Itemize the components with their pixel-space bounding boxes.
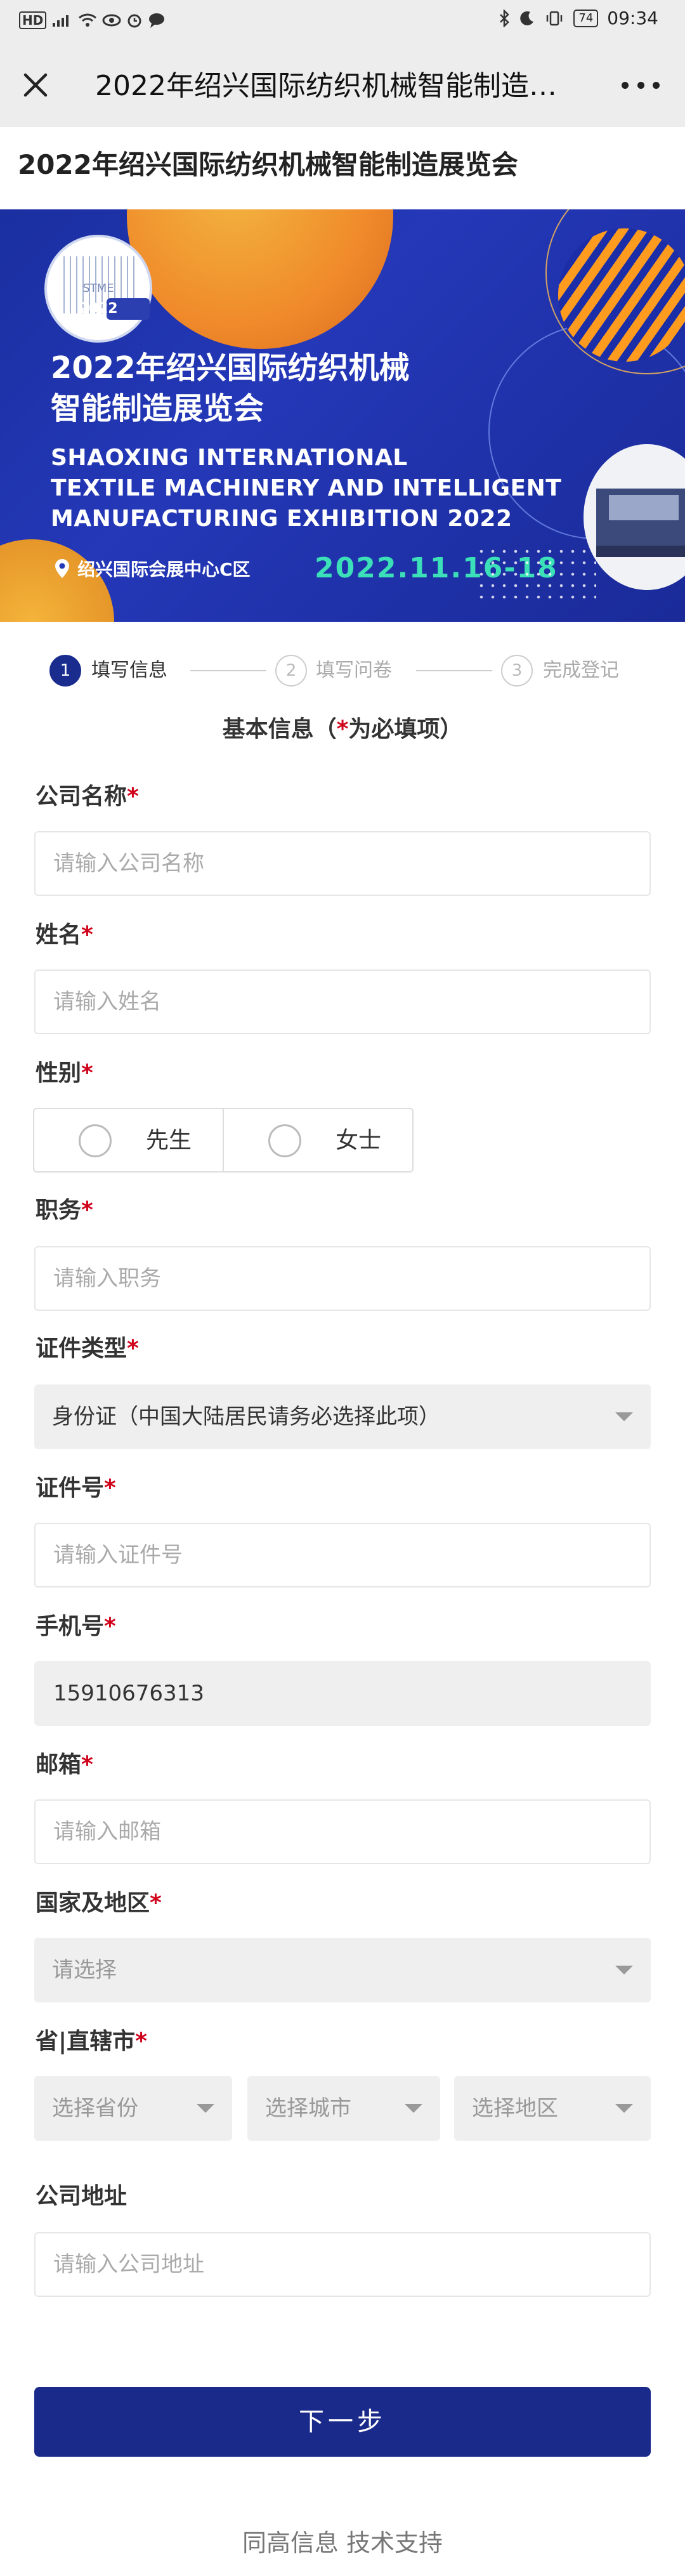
phone-label: 手机号* [36, 1613, 116, 1640]
title-bar: 2022年绍兴国际纺织机械智能制造… [0, 46, 685, 127]
clock: 09:34 [607, 8, 658, 29]
chevron-down-icon [197, 2104, 214, 2113]
id-type-value: 身份证（中国大陆居民请务必选择此项） [52, 1404, 440, 1429]
logo-text: STME [82, 282, 114, 295]
vibrate-icon [547, 11, 563, 26]
banner-title-en-line1: SHAOXING INTERNATIONAL [51, 445, 408, 471]
banner-decoration-orb [127, 209, 393, 349]
alarm-icon [127, 14, 141, 28]
gender-option-mr[interactable]: 先生 [34, 1109, 223, 1171]
position-input[interactable]: 请输入职务 [34, 1246, 651, 1311]
step-connector [190, 670, 266, 671]
gender-radio-group: 先生 女士 [33, 1108, 414, 1173]
district-select[interactable]: 选择地区 [454, 2076, 651, 2141]
banner-title-en-line2: TEXTILE MACHINERY AND INTELLIGENT [51, 475, 562, 501]
step-3-label: 完成登记 [543, 659, 619, 681]
chevron-down-icon [615, 1966, 633, 1975]
status-right: 74 09:34 [499, 9, 658, 28]
id-number-label: 证件号* [36, 1475, 116, 1501]
step-1-number: 1 [49, 655, 81, 687]
district-value: 选择地区 [472, 2096, 558, 2121]
phone-input[interactable]: 15910676313 [34, 1661, 651, 1726]
email-label: 邮箱* [36, 1752, 93, 1778]
gender-option-label: 先生 [146, 1127, 192, 1153]
next-button[interactable]: 下一步 [34, 2387, 651, 2457]
window-title: 2022年绍兴国际纺织机械智能制造… [95, 70, 557, 102]
radio-circle-icon[interactable] [79, 1124, 112, 1157]
chevron-down-icon [615, 1412, 633, 1421]
message-icon [149, 13, 165, 28]
banner-title-cn-line2: 智能制造展览会 [51, 391, 264, 426]
page-title: 2022年绍兴国际纺织机械智能制造展览会 [18, 149, 518, 180]
step-connector [416, 670, 492, 671]
step-2-number: 2 [275, 655, 307, 687]
company-address-input[interactable]: 请输入公司地址 [34, 2232, 651, 2297]
address-label: 公司地址 [36, 2183, 127, 2209]
gender-option-ms[interactable]: 女士 [223, 1109, 412, 1171]
step-2-label: 填写问卷 [316, 659, 392, 681]
wifi-icon [79, 13, 97, 27]
bluetooth-icon [500, 10, 510, 27]
country-value: 请选择 [52, 1957, 117, 1983]
footer-support: 同高信息 技术支持 [242, 2529, 443, 2557]
more-options-icon[interactable] [622, 71, 660, 99]
company-label: 公司名称* [36, 784, 139, 810]
id-number-input[interactable]: 请输入证件号 [34, 1523, 651, 1587]
banner-title-cn-line1: 2022年绍兴国际纺织机械 [51, 350, 410, 386]
chevron-down-icon [615, 2104, 633, 2113]
location-pin-icon [55, 559, 69, 578]
banner-dot-pattern [476, 546, 596, 603]
yarn-spool-image [558, 228, 685, 362]
country-label: 国家及地区* [36, 1890, 162, 1916]
eye-icon [102, 14, 121, 27]
logo-year: 2022 [79, 301, 118, 317]
name-label: 姓名* [36, 922, 93, 948]
position-label: 职务* [36, 1197, 93, 1223]
id-type-label: 证件类型* [36, 1336, 139, 1362]
name-input[interactable]: 请输入姓名 [34, 969, 651, 1034]
country-select[interactable]: 请选择 [34, 1938, 651, 2002]
province-select[interactable]: 选择省份 [34, 2076, 232, 2141]
hd-indicator: HD [19, 11, 47, 29]
battery-indicator: 74 [573, 10, 599, 27]
company-name-input[interactable]: 请输入公司名称 [34, 831, 651, 896]
city-select[interactable]: 选择城市 [247, 2076, 440, 2141]
section-title: 基本信息（*为必填项） [222, 716, 463, 742]
gender-label: 性别* [36, 1060, 93, 1086]
progress-steps: 1 填写信息 2 填写问卷 3 完成登记 [0, 647, 685, 698]
signal-icon [53, 15, 69, 27]
stme-logo: STME 2022 [44, 235, 152, 343]
radio-circle-icon[interactable] [268, 1124, 301, 1157]
id-type-select[interactable]: 身份证（中国大陆居民请务必选择此项） [34, 1384, 651, 1449]
province-value: 选择省份 [52, 2096, 138, 2121]
chevron-down-icon [405, 2104, 422, 2113]
event-banner: STME 2022 2022年绍兴国际纺织机械 智能制造展览会 SHAOXING… [0, 209, 685, 622]
step-1-label: 填写信息 [91, 659, 167, 681]
location-text: 绍兴国际会展中心C区 [77, 559, 251, 580]
status-left: HD [19, 11, 166, 29]
gender-option-label: 女士 [336, 1127, 382, 1153]
banner-location: 绍兴国际会展中心C区 [53, 556, 251, 581]
city-value: 选择城市 [265, 2096, 351, 2121]
banner-title-en-line3: MANUFACTURING EXHIBITION 2022 [51, 506, 512, 532]
status-bar: HD 74 09:34 [0, 0, 685, 46]
province-label: 省|直辖市* [36, 2028, 147, 2054]
email-input[interactable]: 请输入邮箱 [34, 1799, 651, 1864]
close-icon[interactable] [18, 67, 53, 103]
moon-icon [520, 11, 534, 25]
step-3-number: 3 [501, 655, 533, 687]
